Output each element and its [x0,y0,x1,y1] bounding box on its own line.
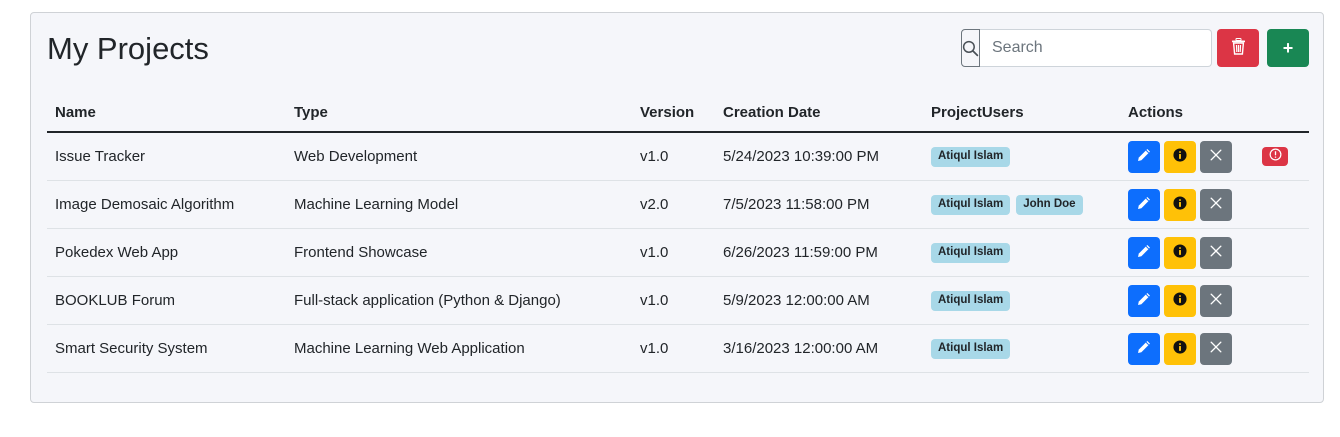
remove-button[interactable] [1200,332,1232,365]
info-button[interactable] [1164,188,1196,221]
project-version: v1.0 [632,228,715,277]
project-creation-date: 3/16/2023 12:00:00 AM [715,324,923,373]
user-badge: Atiqul Islam [931,195,1011,215]
info-icon [1173,340,1187,357]
project-version: v2.0 [632,180,715,229]
table-row[interactable]: Pokedex Web App Frontend Showcase v1.0 6/26… [47,228,1309,277]
close-icon [1209,196,1223,213]
project-type: Full-stack application (Python & Django) [286,276,632,325]
project-users: Atiqul Islam [923,132,1120,181]
edit-button[interactable] [1128,188,1160,221]
remove-button[interactable] [1200,284,1232,317]
project-name: Pokedex Web App [47,228,286,277]
info-button[interactable] [1164,140,1196,173]
page-title: My Projects [47,31,209,66]
column-header-type[interactable]: Type [286,93,632,133]
user-badge: John Doe [1016,195,1083,215]
info-button[interactable] [1164,236,1196,269]
close-icon [1209,292,1223,309]
pencil-icon [1137,340,1151,357]
delete-all-button[interactable] [1217,29,1259,67]
column-header-name[interactable]: Name [47,93,286,133]
edit-button[interactable] [1128,284,1160,317]
alert-circle-icon [1269,148,1282,165]
project-type: Web Development [286,132,632,181]
edit-button[interactable] [1128,332,1160,365]
project-actions [1120,228,1309,277]
projects-card: My Projects + [30,12,1324,403]
project-users: Atiqul Islam [923,276,1120,325]
info-button[interactable] [1164,332,1196,365]
actions-group [1128,284,1301,317]
pencil-icon [1137,196,1151,213]
add-project-button[interactable]: + [1267,29,1309,67]
projects-table: Name Type Version Creation Date ProjectU… [47,93,1309,373]
pencil-icon [1137,292,1151,309]
project-name: Smart Security System [47,324,286,373]
table-row[interactable]: Image Demosaic Algorithm Machine Learning… [47,180,1309,229]
search-icon[interactable] [961,29,980,67]
project-type: Machine Learning Model [286,180,632,229]
project-users: Atiqul Islam John Doe [923,180,1120,229]
edit-button[interactable] [1128,236,1160,269]
project-actions [1120,276,1309,325]
remove-button[interactable] [1200,236,1232,269]
table-header-row: Name Type Version Creation Date ProjectU… [47,93,1309,133]
actions-group [1128,140,1301,173]
column-header-creation-date[interactable]: Creation Date [715,93,923,133]
table-row[interactable]: Issue Tracker Web Development v1.0 5/24/202… [47,132,1309,181]
project-version: v1.0 [632,324,715,373]
user-badge: Atiqul Islam [931,291,1011,311]
project-actions [1120,132,1309,181]
close-icon [1209,148,1223,165]
close-icon [1209,244,1223,261]
actions-group [1128,332,1301,365]
project-users: Atiqul Islam [923,324,1120,373]
project-version: v1.0 [632,276,715,325]
column-header-actions: Actions [1120,93,1309,133]
project-version: v1.0 [632,132,715,181]
remove-button[interactable] [1200,140,1232,173]
user-badge: Atiqul Islam [931,243,1011,263]
project-creation-date: 5/24/2023 10:39:00 PM [715,132,923,181]
project-type: Frontend Showcase [286,228,632,277]
table-row[interactable]: Smart Security System Machine Learning We… [47,324,1309,373]
project-creation-date: 7/5/2023 11:58:00 PM [715,180,923,229]
project-creation-date: 5/9/2023 12:00:00 AM [715,276,923,325]
actions-group [1128,236,1301,269]
info-icon [1173,196,1187,213]
remove-button[interactable] [1200,188,1232,221]
actions-group [1128,188,1301,221]
info-icon [1173,292,1187,309]
info-button[interactable] [1164,284,1196,317]
project-name: BOOKLUB Forum [47,276,286,325]
user-badge: Atiqul Islam [931,339,1011,359]
search-group [961,29,1212,67]
project-users: Atiqul Islam [923,228,1120,277]
pencil-icon [1137,148,1151,165]
trash-icon [1231,38,1246,58]
alert-badge[interactable] [1262,147,1288,166]
table-row[interactable]: BOOKLUB Forum Full-stack application (Pyt… [47,276,1309,325]
info-icon [1173,244,1187,261]
search-input[interactable] [980,29,1212,67]
column-header-version[interactable]: Version [632,93,715,133]
user-badge: Atiqul Islam [931,147,1011,167]
column-header-project-users[interactable]: ProjectUsers [923,93,1120,133]
edit-button[interactable] [1128,140,1160,173]
pencil-icon [1137,244,1151,261]
project-actions [1120,324,1309,373]
project-name: Image Demosaic Algorithm [47,180,286,229]
project-creation-date: 6/26/2023 11:59:00 PM [715,228,923,277]
info-icon [1173,148,1187,165]
project-name: Issue Tracker [47,132,286,181]
project-actions [1120,180,1309,229]
close-icon [1209,340,1223,357]
project-type: Machine Learning Web Application [286,324,632,373]
